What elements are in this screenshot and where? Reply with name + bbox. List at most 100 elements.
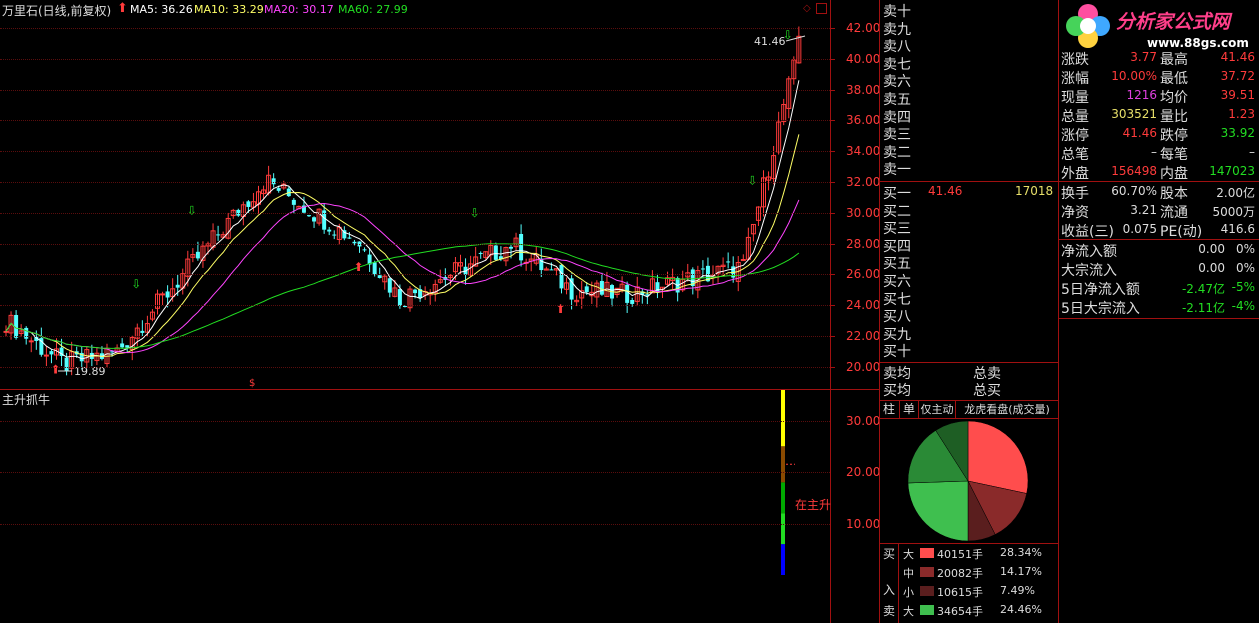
quote-value: 5000万: [1212, 205, 1255, 219]
quote-value: 3.77: [1130, 50, 1157, 64]
candle-body: [49, 351, 54, 355]
candle-body: [307, 215, 311, 217]
quote-value: 0.075: [1122, 222, 1157, 236]
quote-border: [1058, 0, 1059, 623]
quote-value: 416.6: [1220, 222, 1255, 236]
price-gridline: [0, 182, 830, 183]
window-icon[interactable]: [816, 3, 827, 14]
quote-label: 股本: [1160, 186, 1188, 202]
candle-body: [559, 264, 564, 289]
price-tick: [830, 336, 835, 337]
legend-percent: 14.17%: [1000, 565, 1042, 578]
flow-value: -2.11亿: [1181, 301, 1225, 315]
candle-body: [413, 289, 418, 294]
quote-value: 2.00亿: [1216, 186, 1255, 200]
quote-value: 60.70%: [1111, 184, 1157, 198]
price-tick: [830, 274, 835, 276]
candle-body: [43, 354, 49, 357]
buy-signal-icon: ⬆: [556, 302, 566, 316]
quote-value: 147023: [1209, 164, 1255, 178]
candle-body: [3, 330, 9, 333]
price-tick-label: 32.00: [846, 175, 881, 189]
candle-body: [24, 327, 29, 339]
price-tick-label: 40.00: [846, 51, 881, 66]
price-gridline: [0, 89, 830, 91]
price-gridline: [0, 274, 830, 276]
legend-size: 大: [903, 605, 914, 618]
price-gridline: [0, 212, 830, 214]
quote-value: 303521: [1111, 107, 1157, 121]
price-tick: [830, 182, 835, 183]
tab-single[interactable]: 单: [900, 401, 919, 418]
legend-size: 中: [903, 567, 914, 580]
candle-body: [630, 299, 635, 304]
signal-label: 在主升: [795, 498, 832, 512]
signal-bar-segment: [781, 390, 785, 447]
price-tick-label: 36.00: [846, 113, 881, 128]
price-gridline: [0, 336, 830, 337]
quote-label: 每笔: [1160, 147, 1188, 163]
sub-gridline: [0, 420, 830, 422]
candle-body: [160, 293, 166, 296]
ma5-line: [5, 80, 800, 360]
quote-value: –: [1249, 145, 1255, 159]
quote-label: 涨跌: [1061, 52, 1089, 68]
quote-label: 涨停: [1061, 128, 1089, 144]
diamond-icon[interactable]: ◇: [803, 3, 811, 14]
ma10-line: [5, 134, 800, 357]
price-gridline: [0, 58, 830, 60]
flow-value: -2.47亿: [1181, 282, 1225, 296]
quote-label: 现量: [1061, 90, 1089, 106]
sub-tick-label: 30.00: [846, 413, 881, 428]
sell-signal-icon: ⇩: [187, 204, 197, 218]
price-tick: [830, 120, 835, 122]
book-border: [879, 0, 880, 623]
tab-dragon-tiger[interactable]: 龙虎看盘(成交量): [956, 401, 1059, 418]
quote-value: 41.46: [1122, 126, 1157, 140]
sub-tick-label: 20.00: [846, 465, 881, 479]
price-tick: [830, 243, 835, 245]
flow-percent: -5%: [1231, 280, 1255, 294]
quote-label: 总笔: [1061, 147, 1089, 163]
logo: 分析家公式网 www.88gs.com: [1059, 0, 1259, 52]
signal-bar-segment: [781, 446, 785, 483]
candle-body: [246, 201, 251, 207]
volume-pie-chart[interactable]: [895, 419, 1045, 544]
candlestick-chart[interactable]: 41.4619.89$⇩⇩ ⇩⇩⇩⬆⬆⬆: [0, 14, 830, 390]
price-tick: [830, 366, 835, 368]
candle-body: [584, 286, 589, 293]
price-tick: [830, 305, 835, 307]
candle-body: [397, 289, 402, 306]
quote-label: 均价: [1160, 90, 1188, 106]
quote-value: 37.72: [1220, 69, 1255, 83]
ma60-line: [5, 243, 800, 349]
buy1-price: 41.46: [928, 184, 963, 198]
legend-volume: 34654手: [937, 605, 983, 618]
sub-chart[interactable]: [0, 390, 830, 623]
quote-label: 跌停: [1160, 128, 1188, 144]
candle-body: [726, 261, 731, 263]
candle-body: [120, 343, 125, 348]
quote-label: 外盘: [1061, 166, 1089, 182]
candle-body: [700, 268, 705, 270]
candle-body: [493, 245, 498, 260]
candle-body: [28, 340, 34, 343]
flow-label: 5日大宗流入: [1061, 301, 1140, 317]
ma20-line: [5, 199, 800, 354]
quote-value: 39.51: [1220, 88, 1255, 102]
candle-body: [291, 199, 296, 205]
flow-percent: -4%: [1231, 299, 1255, 313]
legend-percent: 7.49%: [1000, 584, 1035, 597]
price-gridline: [0, 28, 830, 29]
signal-bar-segment: [781, 544, 785, 575]
candle-body: [509, 246, 513, 249]
price-tick-label: 20.00: [846, 359, 881, 374]
dollar-marker: $: [249, 378, 255, 389]
tab-active-only[interactable]: 仅主动: [919, 401, 956, 418]
legend-percent: 24.46%: [1000, 603, 1042, 616]
quote-label: 量比: [1160, 109, 1188, 125]
price-gridline: [0, 243, 830, 245]
tab-bar[interactable]: 柱: [879, 401, 900, 418]
quote-bottom-line: [1059, 318, 1259, 319]
price-tick-label: 42.00: [846, 21, 881, 35]
